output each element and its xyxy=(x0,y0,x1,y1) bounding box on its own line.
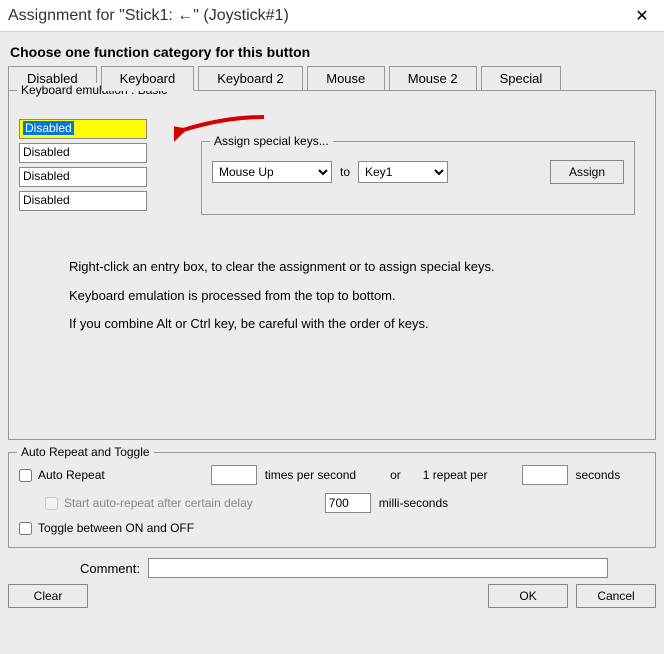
start-delay-check-input xyxy=(45,497,58,510)
dialog-window: Assignment for "Stick1: ←" (Joystick#1) … xyxy=(0,0,664,654)
to-label: to xyxy=(340,165,350,179)
entry-3[interactable]: Disabled xyxy=(19,167,147,187)
clear-button[interactable]: Clear xyxy=(8,584,88,608)
close-icon[interactable]: ✕ xyxy=(628,6,656,26)
window-title: Assignment for "Stick1: ←" (Joystick#1) xyxy=(8,7,628,25)
tab-special[interactable]: Special xyxy=(481,66,562,90)
tab-mouse[interactable]: Mouse xyxy=(307,66,385,90)
auto-repeat-group: Auto Repeat and Toggle Auto Repeat times… xyxy=(8,452,656,548)
toggle-label: Toggle between ON and OFF xyxy=(38,521,194,535)
cancel-button[interactable]: Cancel xyxy=(576,584,656,608)
comment-label: Comment: xyxy=(8,561,148,576)
auto-repeat-group-label: Auto Repeat and Toggle xyxy=(17,445,154,459)
auto-repeat-check-input[interactable] xyxy=(19,469,32,482)
auto-repeat-checkbox[interactable]: Auto Repeat xyxy=(19,468,105,482)
comment-input[interactable] xyxy=(148,558,608,578)
special-right-combo[interactable]: Key1 xyxy=(358,161,448,183)
special-keys-label: Assign special keys... xyxy=(210,134,333,148)
ok-button[interactable]: OK xyxy=(488,584,568,608)
times-label: times per second xyxy=(265,468,356,482)
special-keys-group: Assign special keys... Mouse Up to Key1 … xyxy=(201,141,635,215)
entry-2[interactable]: Disabled xyxy=(19,143,147,163)
assign-button[interactable]: Assign xyxy=(550,160,624,184)
entry-1[interactable]: Disabled xyxy=(19,119,147,139)
heading: Choose one function category for this bu… xyxy=(10,44,656,60)
titlebar: Assignment for "Stick1: ←" (Joystick#1) … xyxy=(0,0,664,32)
help-text: Right-click an entry box, to clear the a… xyxy=(69,253,645,339)
special-left-combo[interactable]: Mouse Up xyxy=(212,161,332,183)
tab-mouse2[interactable]: Mouse 2 xyxy=(389,66,477,90)
tab-keyboard2[interactable]: Keyboard 2 xyxy=(198,66,303,90)
tab-strip: Disabled Keyboard Keyboard 2 Mouse Mouse… xyxy=(8,66,656,91)
seconds-label: seconds xyxy=(576,468,621,482)
seconds-input[interactable] xyxy=(522,465,568,485)
one-repeat-label: 1 repeat per xyxy=(423,468,488,482)
toggle-check-input[interactable] xyxy=(19,522,32,535)
tab-keyboard[interactable]: Keyboard xyxy=(101,66,195,91)
or-label: or xyxy=(390,468,401,482)
entry-4[interactable]: Disabled xyxy=(19,191,147,211)
auto-repeat-label: Auto Repeat xyxy=(38,468,105,482)
start-delay-checkbox: Start auto-repeat after certain delay xyxy=(45,496,253,510)
help-line-1: Right-click an entry box, to clear the a… xyxy=(69,253,645,282)
comment-row: Comment: xyxy=(8,558,656,578)
delay-input[interactable] xyxy=(325,493,371,513)
toggle-checkbox[interactable]: Toggle between ON and OFF xyxy=(19,521,194,535)
milli-label: milli-seconds xyxy=(379,496,448,510)
start-delay-label: Start auto-repeat after certain delay xyxy=(64,496,253,510)
help-line-2: Keyboard emulation is processed from the… xyxy=(69,282,645,311)
help-line-3: If you combine Alt or Ctrl key, be caref… xyxy=(69,310,645,339)
times-input[interactable] xyxy=(211,465,257,485)
button-row: Clear OK Cancel xyxy=(0,584,664,616)
keyboard-group: Keyboard emulation : Basic Disabled Disa… xyxy=(8,90,656,440)
